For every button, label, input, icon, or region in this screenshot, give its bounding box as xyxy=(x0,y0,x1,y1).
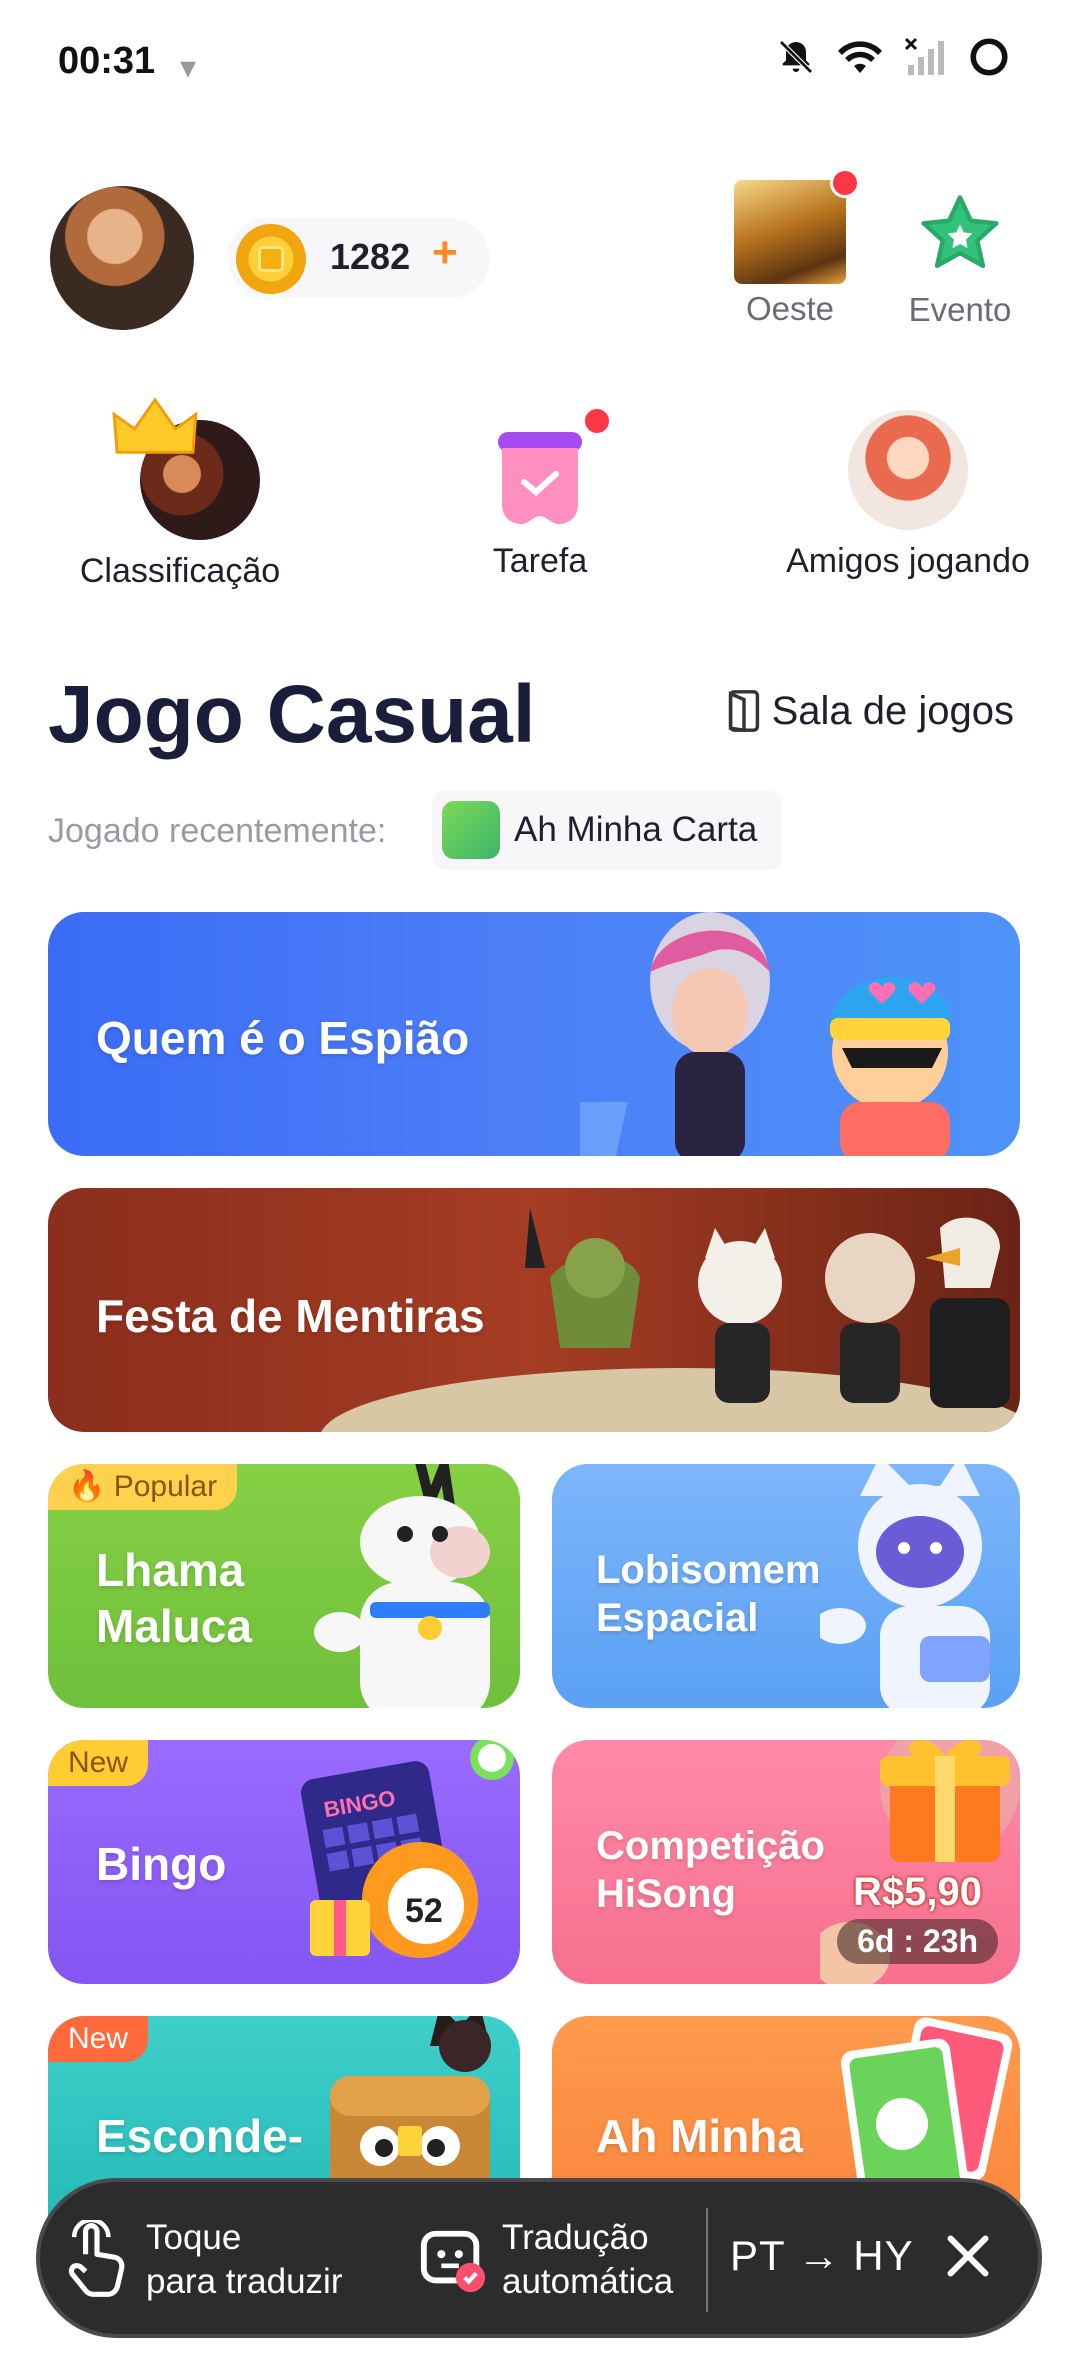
friends-playing-shortcut[interactable]: Amigos jogando xyxy=(758,410,1058,581)
evento-link[interactable]: Evento xyxy=(890,190,1030,329)
friends-avatar xyxy=(848,410,968,530)
notification-dot xyxy=(830,168,860,198)
notification-dot xyxy=(582,406,612,436)
game-card-lhama[interactable]: 🔥 Popular Lhama Maluca xyxy=(48,1464,520,1708)
tap-to-translate-label: Toque para traduzir xyxy=(146,2218,343,2301)
recent-game-name: Ah Minha Carta xyxy=(514,810,758,849)
add-coins-icon[interactable]: + xyxy=(432,228,458,278)
bell-off-icon xyxy=(779,40,813,74)
game-title: Ah Minha xyxy=(596,2110,803,2162)
game-title: Quem é o Espião xyxy=(96,1012,470,1064)
new-badge: New xyxy=(48,1740,149,1786)
spy-characters-art xyxy=(580,912,950,1156)
tap-to-translate-button[interactable]: Toque para traduzir xyxy=(62,2216,342,2304)
game-room-label: Sala de jogos xyxy=(771,688,1014,733)
target-language: HY xyxy=(853,2232,914,2279)
game-card-bingo[interactable]: BINGO 52 New Bingo xyxy=(48,1740,520,1984)
game-card-lies[interactable]: Festa de Mentiras xyxy=(48,1188,1020,1432)
arrow-right-icon: → xyxy=(797,2232,841,2279)
cup-icon: ▾ xyxy=(180,49,197,85)
toolbar-divider xyxy=(706,2208,708,2312)
coin-icon xyxy=(236,224,306,294)
game-title: Esconde- xyxy=(96,2110,304,2162)
coin-count: 1282 xyxy=(330,236,411,277)
game-title: Lobisomem Espacial xyxy=(596,1548,821,1640)
wifi-icon xyxy=(838,41,882,73)
game-title: Competição HiSong xyxy=(596,1824,825,1916)
source-language: PT xyxy=(730,2232,785,2279)
friends-playing-label: Amigos jogando xyxy=(786,542,1030,580)
ranking-label: Classificação xyxy=(79,552,281,590)
task-shortcut[interactable]: Tarefa xyxy=(430,406,650,581)
battery-ring-icon xyxy=(970,38,1008,76)
recent-game-chip[interactable]: Ah Minha Carta xyxy=(432,790,782,870)
close-icon[interactable] xyxy=(938,2226,998,2286)
prize-amount: R$5,90 xyxy=(853,1870,983,1914)
cards-game-icon xyxy=(442,801,500,859)
game-title: Bingo xyxy=(96,1838,227,1890)
oeste-label: Oeste xyxy=(745,290,835,327)
status-bar: 00:31 ▾ xyxy=(0,0,1080,130)
user-avatar[interactable] xyxy=(50,186,194,330)
star-icon xyxy=(921,195,999,268)
bingo-art: BINGO 52 xyxy=(300,1740,514,1958)
translate-toolbar: Toque para traduzir Tradução automática PT… xyxy=(36,2178,1042,2338)
task-icon xyxy=(490,406,612,530)
popular-badge: 🔥 Popular xyxy=(48,1464,238,1510)
llama-art xyxy=(314,1464,490,1708)
prize-info: R$5,90 6d : 23h xyxy=(837,1870,998,1964)
auto-translate-icon xyxy=(420,2230,486,2293)
game-card-hisong[interactable]: Competição HiSong R$5,90 6d : 23h xyxy=(552,1740,1020,1984)
astronaut-wolf-art xyxy=(820,1464,990,1708)
language-pair-selector[interactable]: PT → HY xyxy=(730,2232,914,2280)
game-room-link[interactable]: Sala de jogos xyxy=(724,688,1014,734)
game-title: Festa de Mentiras xyxy=(96,1290,485,1342)
auto-translate-button[interactable]: Tradução automática xyxy=(418,2216,673,2304)
oeste-game-icon xyxy=(734,168,860,284)
recent-label: Jogado recentemente: xyxy=(48,812,387,850)
auto-translate-label: Tradução automática xyxy=(502,2218,674,2301)
section-title: Jogo Casual xyxy=(48,669,536,760)
ranking-shortcut[interactable]: Classificação xyxy=(50,390,310,591)
oeste-link[interactable]: Oeste xyxy=(720,168,860,328)
crown-icon xyxy=(112,397,198,454)
status-icons xyxy=(776,36,1010,78)
game-card-lobisomem[interactable]: Lobisomem Espacial xyxy=(552,1464,1020,1708)
new-badge: New xyxy=(48,2016,149,2062)
game-title: Lhama Maluca xyxy=(96,1544,252,1652)
task-label: Tarefa xyxy=(492,542,588,580)
tap-hand-icon xyxy=(68,2220,125,2297)
status-time: 00:31 xyxy=(58,40,156,82)
countdown-timer: 6d : 23h xyxy=(837,1919,998,1964)
evento-label: Evento xyxy=(908,291,1012,328)
door-icon xyxy=(728,690,759,733)
game-card-spy[interactable]: Quem é o Espião xyxy=(48,912,1020,1156)
svg-text:52: 52 xyxy=(405,1892,443,1930)
coin-balance[interactable]: 1282 + xyxy=(228,218,490,298)
signal-icon xyxy=(904,37,944,75)
ranking-image xyxy=(100,390,260,540)
